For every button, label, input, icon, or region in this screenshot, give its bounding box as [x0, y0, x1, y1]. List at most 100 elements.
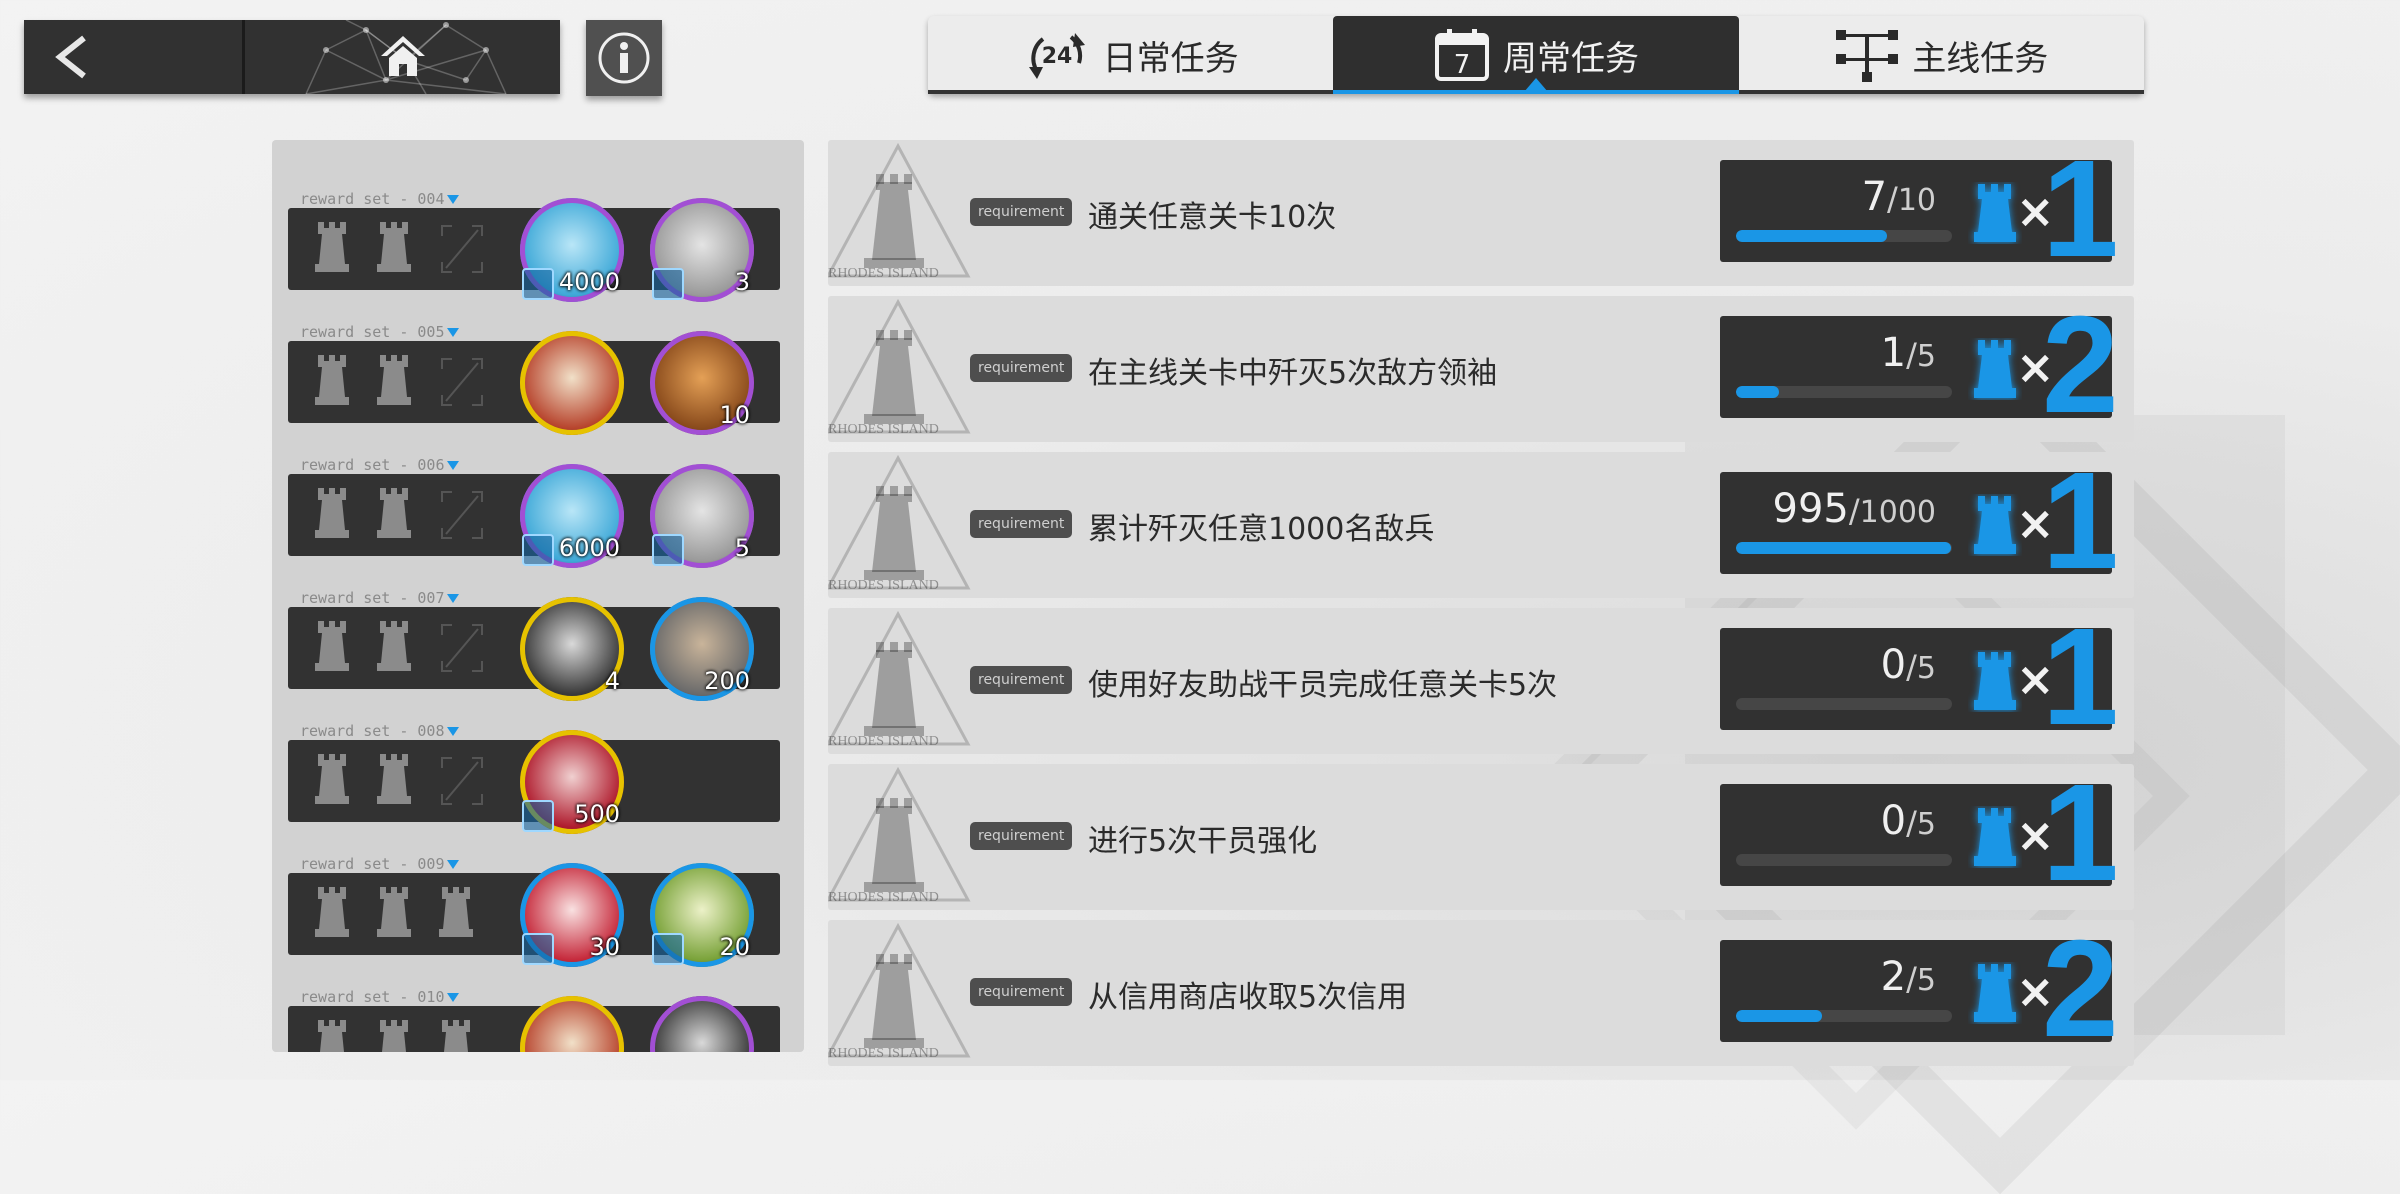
- rook-reward-icon: [1968, 806, 2022, 872]
- progress-text: 0/5: [1881, 798, 1936, 844]
- clock-24-icon: 24: [1028, 33, 1085, 79]
- progress-total: 1000: [1859, 495, 1936, 530]
- reward-set-bar: [288, 996, 780, 1052]
- progress-current: 995: [1772, 486, 1849, 532]
- reward-item-purchase-voucher[interactable]: 30: [520, 863, 624, 967]
- reward-item-red-device[interactable]: 500: [520, 730, 624, 834]
- mission-tabs: 24 日常任务 7 周常任务 主线任务: [928, 16, 2144, 94]
- rook-slot-icon: [374, 752, 426, 810]
- rhodes-island-logo-icon: RHODES ISLAND: [828, 922, 971, 1061]
- task-description: 从信用商店收取5次信用: [1088, 980, 1408, 1015]
- logo-text: RHODES ISLAND: [828, 734, 939, 749]
- svg-text:24: 24: [1041, 44, 1072, 69]
- rhodes-island-logo-icon: RHODES ISLAND: [828, 766, 971, 905]
- reward-item-count: 20: [719, 933, 750, 961]
- rook-slot-icon: [374, 1018, 426, 1052]
- diamond-icon: [522, 800, 554, 832]
- card-icon: [652, 534, 684, 566]
- back-button[interactable]: [24, 20, 244, 94]
- reward-set-label: reward set - 007: [300, 589, 459, 607]
- ticket-icon: [522, 268, 554, 300]
- progress-current: 2: [1880, 954, 1907, 1000]
- task-description: 累计歼灭任意1000名敌兵: [1088, 512, 1435, 547]
- empty-slot: [436, 220, 488, 278]
- reward-item-nut-bolt[interactable]: 200: [650, 597, 754, 701]
- task-row[interactable]: RHODES ISLAND requirement 从信用商店收取5次信用 2/…: [828, 920, 2134, 1066]
- empty-slot: [436, 353, 488, 411]
- reward-set-label: reward set - 009: [300, 855, 459, 873]
- tree-icon: [1836, 30, 1899, 82]
- rook-reward-icon: [1968, 650, 2022, 716]
- requirement-badge: requirement: [970, 666, 1073, 694]
- home-button[interactable]: [246, 20, 560, 94]
- rhodes-island-logo-icon: RHODES ISLAND: [828, 142, 971, 281]
- reward-item-lmd-ticket[interactable]: 4000: [520, 198, 624, 302]
- rook-slot-icon: [312, 486, 364, 544]
- task-row[interactable]: RHODES ISLAND requirement 在主线关卡中歼灭5次敌方领袖…: [828, 296, 2134, 442]
- tab-indicator: [1523, 78, 1548, 92]
- reward-item-battle-record[interactable]: [520, 996, 624, 1052]
- info-button[interactable]: [586, 20, 662, 96]
- reward-sets-panel[interactable]: reward set - 004 4000 3 reward set - 005 1…: [272, 140, 804, 1052]
- reward-set-bar: 500: [288, 730, 780, 834]
- rook-slot-icon: [374, 220, 426, 278]
- logo-text: RHODES ISLAND: [828, 266, 939, 281]
- rarity-ring: [520, 996, 624, 1052]
- reward-item-silver-block[interactable]: 3: [650, 198, 754, 302]
- progress-text: 1/5: [1881, 330, 1936, 376]
- progress-current: 0: [1880, 798, 1907, 844]
- task-row[interactable]: RHODES ISLAND requirement 进行5次干员强化 0/5 ×…: [828, 764, 2134, 910]
- rook-slot-icon: [436, 1018, 488, 1052]
- task-row[interactable]: RHODES ISLAND requirement 累计歼灭任意1000名敌兵 …: [828, 452, 2134, 598]
- progress-fill: [1736, 386, 1780, 398]
- logo-text: RHODES ISLAND: [828, 1046, 939, 1061]
- progress-total: 5: [1916, 963, 1936, 998]
- tab-label: 周常任务: [1502, 38, 1639, 79]
- reward-item-exp-card[interactable]: [650, 996, 754, 1052]
- triangle-down-icon: [446, 860, 459, 869]
- rhodes-island-logo-icon: RHODES ISLAND: [828, 298, 971, 437]
- reward-item-lmd-ticket[interactable]: 6000: [520, 464, 624, 568]
- task-description: 在主线关卡中歼灭5次敌方领袖: [1088, 356, 1498, 391]
- task-progress-box: 7/10 × 1: [1720, 140, 2119, 278]
- reward-set-label-text: reward set - 006: [300, 456, 445, 474]
- progress-text: 7/10: [1862, 174, 1936, 220]
- tab-label: 日常任务: [1102, 38, 1239, 79]
- requirement-badge: requirement: [970, 822, 1073, 850]
- chevron-left-icon: [55, 35, 86, 79]
- reward-count: 2: [2042, 296, 2119, 442]
- reward-set-label-text: reward set - 008: [300, 722, 445, 740]
- reward-item-exp-card[interactable]: 4: [520, 597, 624, 701]
- reward-set-label: reward set - 008: [300, 722, 459, 740]
- reward-item-count: 200: [704, 667, 750, 695]
- rook-slot-icon: [312, 1018, 364, 1052]
- tab-main[interactable]: 主线任务: [1739, 16, 2144, 94]
- requirement-badge: requirement: [970, 978, 1073, 1006]
- progress-separator: /: [1906, 804, 1917, 842]
- rook-slot-icon: [312, 752, 364, 810]
- reward-set-label: reward set - 010: [300, 988, 459, 1006]
- progress-separator: /: [1887, 180, 1898, 218]
- reward-item-battle-record[interactable]: [520, 331, 624, 435]
- reward-item-recruit-permit[interactable]: 20: [650, 863, 754, 967]
- triangle-down-icon: [446, 594, 459, 603]
- task-progress-box: 0/5 × 1: [1720, 608, 2119, 746]
- progress-bar: [1736, 698, 1952, 710]
- progress-separator: /: [1906, 648, 1917, 686]
- tab-daily[interactable]: 24 日常任务: [928, 16, 1333, 94]
- reward-set-label-text: reward set - 007: [300, 589, 445, 607]
- reward-item-count: 6000: [558, 534, 620, 562]
- reward-item-count: 10: [719, 401, 750, 429]
- task-row[interactable]: RHODES ISLAND requirement 使用好友助战干员完成任意关卡…: [828, 608, 2134, 754]
- tab-label: 主线任务: [1912, 38, 2049, 79]
- task-row[interactable]: RHODES ISLAND requirement 通关任意关卡10次 7/10…: [828, 140, 2134, 286]
- tab-weekly[interactable]: 7 周常任务: [1333, 16, 1739, 94]
- reward-item-copper-bar[interactable]: 10: [650, 331, 754, 435]
- info-icon: [598, 32, 650, 84]
- rhodes-island-logo-icon: RHODES ISLAND: [828, 610, 971, 749]
- reward-set-label-text: reward set - 009: [300, 855, 445, 873]
- reward-item-silver-block[interactable]: 5: [650, 464, 754, 568]
- reward-set-label: reward set - 006: [300, 456, 459, 474]
- rook-slot-icon: [374, 353, 426, 411]
- reward-set-label-text: reward set - 004: [300, 190, 445, 208]
